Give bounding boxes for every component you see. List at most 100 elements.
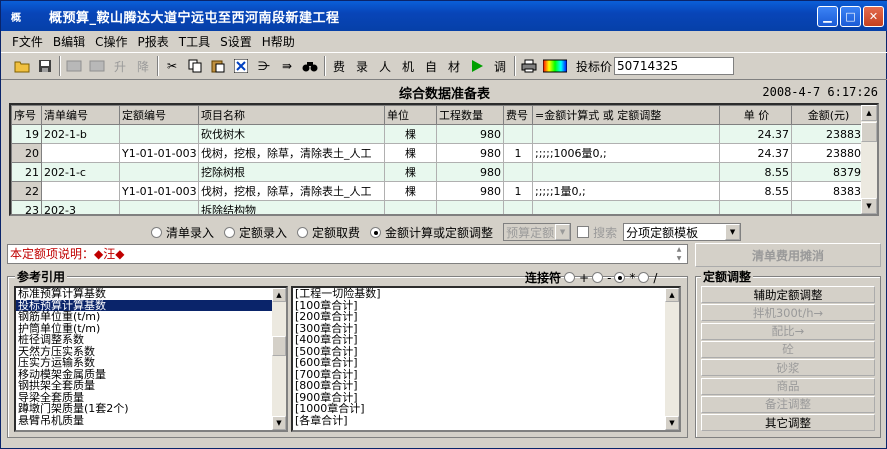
fee-button[interactable]: 费	[328, 55, 350, 77]
table-row[interactable]: 19 202-1-b 砍伐树木棵 980 24.37 23883	[11, 124, 864, 144]
unit-cell[interactable]: 棵	[384, 143, 437, 163]
quantity-cell[interactable]: 980	[436, 143, 504, 163]
list-code-cell[interactable]: 202-3	[41, 200, 120, 214]
quota-code-cell[interactable]	[119, 124, 199, 144]
radio-icon[interactable]	[614, 272, 626, 283]
list-code-cell[interactable]: 202-1-c	[41, 162, 120, 182]
formula-cell[interactable]: ;;;;;1006量0,;	[532, 143, 720, 163]
search-checkbox[interactable]	[577, 226, 590, 238]
formula-cell[interactable]	[532, 200, 720, 214]
mode-amount-calc[interactable]: 金额计算或定额调整	[370, 224, 493, 241]
amount-cell[interactable]: 8383	[791, 181, 864, 201]
open-folder-icon[interactable]	[11, 55, 33, 77]
amount-cell[interactable]: 8379	[791, 162, 864, 182]
list-item[interactable]: 悬臂吊机质量	[16, 415, 286, 427]
material-button[interactable]: 材	[443, 55, 465, 77]
list-item[interactable]: 标准预算计算基数	[16, 288, 286, 300]
column-header[interactable]: 序号	[11, 105, 42, 125]
row-number-cell[interactable]: 22	[11, 181, 42, 201]
fee-number-cell[interactable]	[503, 200, 533, 214]
machine-button[interactable]: 机	[397, 55, 419, 77]
list-item[interactable]: 压实方运输系数	[16, 357, 286, 369]
disabled-b-icon[interactable]	[86, 55, 108, 77]
close-button[interactable]: ✕	[863, 6, 884, 27]
list-scrollbar[interactable]: ▲ ▼	[665, 288, 679, 430]
maximize-button[interactable]: □	[840, 6, 861, 27]
amount-cell[interactable]: 23880	[791, 143, 864, 163]
menu-edit[interactable]: B编辑	[48, 33, 90, 50]
record-button[interactable]: 录	[351, 55, 373, 77]
quota-description[interactable]: 本定额项说明：◆汪◆	[7, 244, 688, 264]
column-header[interactable]: 费号	[503, 105, 533, 125]
menu-help[interactable]: H帮助	[257, 33, 300, 50]
table-row[interactable]: 20 Y1-01-01-003 伐树，挖根，除草，清除表土_人工棵 980 1;;;;;…	[11, 143, 864, 163]
scroll-down-icon[interactable]: ▼	[665, 416, 679, 430]
print-icon[interactable]	[518, 55, 540, 77]
scroll-up-icon[interactable]: ▲	[671, 245, 687, 254]
append-icon[interactable]: ⇛	[276, 55, 298, 77]
list-item[interactable]: [600章合计]	[293, 357, 679, 369]
adjust-button[interactable]: 拌机300t/h→	[701, 304, 875, 322]
scroll-down-icon[interactable]: ▼	[272, 416, 286, 430]
item-name-cell[interactable]: 砍伐树木	[198, 124, 385, 144]
adjust-button[interactable]: 配比→	[701, 322, 875, 340]
amount-cell[interactable]: 23883	[791, 124, 864, 144]
radio-icon[interactable]	[638, 272, 650, 283]
column-header[interactable]: 单 价	[719, 105, 792, 125]
item-name-cell[interactable]: 拆除结构物	[198, 200, 385, 214]
column-header[interactable]: 工程数量	[436, 105, 504, 125]
self-button[interactable]: 自	[420, 55, 442, 77]
adjust-button[interactable]: 砼	[701, 340, 875, 358]
quota-code-cell[interactable]	[119, 200, 199, 214]
adjust-button[interactable]: 砂浆	[701, 359, 875, 377]
lower-button[interactable]: 降	[132, 55, 154, 77]
item-name-cell[interactable]: 伐树，挖根，除草，清除表土_人工	[198, 181, 385, 201]
fee-number-cell[interactable]: 1	[503, 181, 533, 201]
mode-list-entry[interactable]: 清单录入	[151, 224, 214, 241]
list-item[interactable]: [400章合计]	[293, 334, 679, 346]
column-header[interactable]: 清单编号	[41, 105, 120, 125]
menu-file[interactable]: F文件	[7, 33, 48, 50]
connector-divide[interactable]: /	[638, 271, 657, 285]
cut-icon[interactable]: ✂	[161, 55, 183, 77]
mode-quota-entry[interactable]: 定额录入	[224, 224, 287, 241]
list-item[interactable]: [1000章合计]	[293, 403, 679, 415]
save-icon[interactable]	[34, 55, 56, 77]
scroll-up-icon[interactable]: ▲	[665, 288, 679, 302]
list-item[interactable]: 钢拱架全套质量	[16, 380, 286, 392]
quantity-cell[interactable]: 980	[436, 124, 504, 144]
scroll-down-icon[interactable]: ▼	[861, 198, 877, 214]
list-code-cell[interactable]	[41, 143, 120, 163]
app-icon[interactable]: 概	[5, 5, 27, 27]
list-scrollbar[interactable]: ▲ ▼	[272, 288, 286, 430]
chapter-list[interactable]: [工程一切险基数] [100章合计] [200章合计] [300章合计] [400章合计…	[291, 286, 681, 432]
unit-price-cell[interactable]: 8.55	[719, 181, 792, 201]
connector-plus[interactable]: +	[564, 271, 589, 285]
unit-price-cell[interactable]	[719, 200, 792, 214]
quantity-cell[interactable]: 980	[436, 181, 504, 201]
formula-cell[interactable]	[532, 124, 720, 144]
unit-price-cell[interactable]: 24.37	[719, 124, 792, 144]
adjust-button[interactable]: 调	[489, 55, 511, 77]
adjust-button[interactable]: 辅助定额调整	[701, 286, 875, 303]
quota-code-cell[interactable]: Y1-01-01-003	[119, 181, 199, 201]
menu-tools[interactable]: T工具	[174, 33, 215, 50]
bid-price-field[interactable]: 50714325	[614, 57, 735, 75]
radio-icon[interactable]	[564, 272, 576, 283]
list-item[interactable]: 钢筋单位重(t/m)	[16, 311, 286, 323]
insert-icon[interactable]: ⋺	[253, 55, 275, 77]
delete-icon[interactable]	[230, 55, 252, 77]
row-number-cell[interactable]: 19	[11, 124, 42, 144]
connector-multiply[interactable]: *	[614, 271, 635, 285]
column-header[interactable]: =金额计算式 或 定额调整	[532, 105, 720, 125]
row-number-cell[interactable]: 23	[11, 200, 42, 214]
unit-price-cell[interactable]: 24.37	[719, 143, 792, 163]
connector-minus[interactable]: -	[592, 271, 611, 285]
table-row[interactable]: 21 202-1-c 挖除树根棵 980 8.55 8379	[11, 162, 864, 182]
paste-icon[interactable]	[207, 55, 229, 77]
list-code-cell[interactable]	[41, 181, 120, 201]
copy-icon[interactable]	[184, 55, 206, 77]
raise-button[interactable]: 升	[109, 55, 131, 77]
table-row[interactable]: 23 202-3 拆除结构物	[11, 200, 864, 214]
radio-icon[interactable]	[592, 272, 604, 283]
